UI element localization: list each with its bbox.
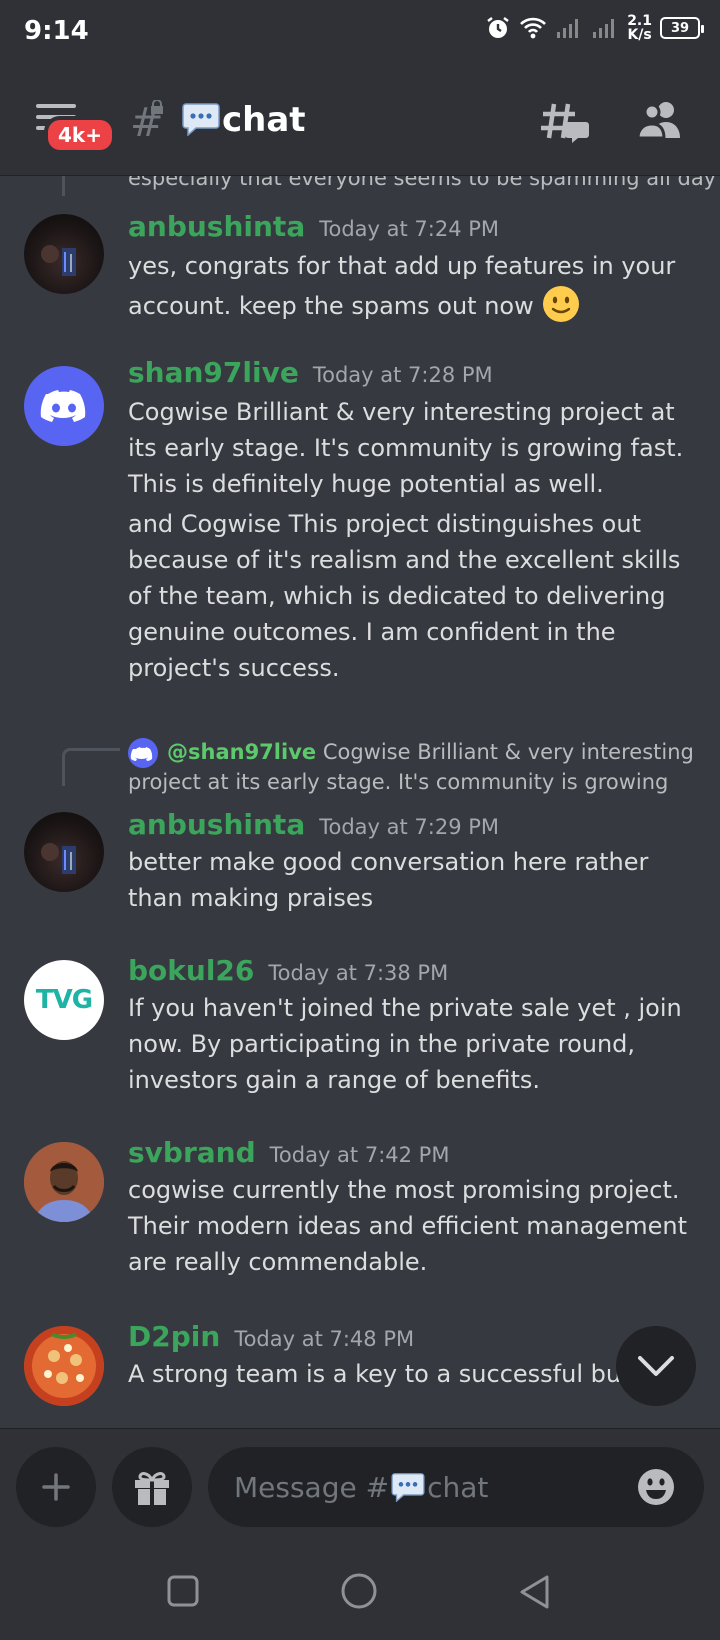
avatar-photo [41, 245, 76, 276]
reply-preview[interactable]: @shan97live Cogwise Brilliant & very int… [167, 740, 694, 764]
message-text: A strong team is a key to a successful b… [128, 1360, 641, 1388]
avatar[interactable] [24, 1142, 104, 1222]
discord-logo-icon [40, 390, 86, 422]
wifi-icon [520, 17, 547, 39]
avatar[interactable] [24, 812, 104, 892]
message-content: cogwise currently the most promising pro… [128, 1172, 698, 1280]
notification-badge: 4k+ [44, 116, 116, 154]
jump-to-latest-button[interactable] [616, 1326, 696, 1406]
username-text[interactable]: bokul26 [128, 954, 254, 987]
message-composer: Message # chat [0, 1428, 720, 1540]
username[interactable]: D2pin Today at 7:48 PM [128, 1320, 414, 1353]
plus-icon [42, 1473, 70, 1501]
reply-mention[interactable]: @shan97live [167, 740, 316, 764]
message-text: If you haven't joined the private sale y… [128, 994, 682, 1094]
username-text[interactable]: anbushinta [128, 808, 305, 841]
status-time: 9:14 [24, 16, 89, 46]
net-speed-value: 2.1 [627, 13, 652, 29]
message-text: and Cogwise This project distinguishes o… [128, 510, 681, 682]
attach-button[interactable] [16, 1447, 96, 1527]
message-timestamp: Today at 7:48 PM [234, 1327, 415, 1351]
message-content: Cogwise Brilliant & very interesting pro… [128, 394, 698, 686]
username[interactable]: shan97live Today at 7:28 PM [128, 356, 493, 389]
gift-button[interactable] [112, 1447, 192, 1527]
message-input[interactable]: Message # chat [208, 1447, 704, 1527]
threads-icon[interactable] [540, 100, 590, 146]
alarm-icon [487, 17, 509, 38]
net-speed-unit: K/s [627, 27, 652, 43]
message-text: Cogwise Brilliant & very interesting pro… [128, 398, 684, 498]
reply-preview[interactable]: especially that everyone seems to be spa… [128, 176, 716, 190]
reply-avatar-icon [128, 738, 158, 768]
avatar[interactable]: TVG [24, 960, 104, 1040]
message-content: better make good conversation here rathe… [128, 844, 698, 916]
message-timestamp: Today at 7:38 PM [268, 961, 449, 985]
avatar-photo [41, 843, 76, 874]
message-content: A strong team is a key to a successful b… [128, 1356, 698, 1392]
recents-button[interactable] [166, 1574, 200, 1608]
battery-level: 39 [670, 20, 690, 36]
username-text[interactable]: anbushinta [128, 210, 305, 243]
reply-connector [62, 176, 65, 196]
members-icon[interactable] [636, 100, 684, 140]
channel-header: 4k+ # chat [0, 66, 720, 176]
username[interactable]: anbushinta Today at 7:24 PM [128, 210, 499, 243]
status-bar: 9:14 2.1 K/s 39 [0, 0, 720, 66]
message-text: better make good conversation here rathe… [128, 848, 649, 912]
back-button[interactable] [518, 1574, 552, 1610]
reply-preview-line2[interactable]: project at its early stage. It's communi… [128, 770, 668, 794]
avatar[interactable] [24, 214, 104, 294]
lock-icon [151, 100, 163, 114]
username[interactable]: svbrand Today at 7:42 PM [128, 1136, 449, 1169]
avatar[interactable] [24, 366, 104, 446]
avatar[interactable] [24, 1326, 104, 1406]
avatar-photo [24, 1142, 104, 1222]
username-text[interactable]: svbrand [128, 1136, 256, 1169]
speech-bubble-emoji [182, 103, 220, 136]
username-text[interactable]: shan97live [128, 356, 299, 389]
message-content: yes, congrats for that add up features i… [128, 248, 698, 324]
message-timestamp: Today at 7:29 PM [319, 815, 500, 839]
message-timestamp: Today at 7:42 PM [269, 1143, 450, 1167]
channel-title: chat [222, 100, 306, 140]
chevron-down-icon [638, 1356, 674, 1376]
speech-bubble-emoji [391, 1473, 425, 1502]
battery-icon: 39 [660, 17, 704, 39]
status-icons: 2.1 K/s 39 [485, 14, 704, 42]
avatar-logo-text: TVG [35, 985, 93, 1015]
signal-icon [557, 19, 579, 38]
home-button[interactable] [340, 1572, 378, 1610]
reply-text: Cogwise Brilliant & very interesting [322, 740, 694, 764]
signal-icon-2 [593, 19, 615, 38]
reply-connector [62, 748, 120, 786]
avatar-photo [24, 1326, 104, 1406]
message-timestamp: Today at 7:28 PM [312, 363, 493, 387]
slightly-smiling-face-icon [543, 286, 580, 322]
message-list[interactable]: especially that everyone seems to be spa… [0, 176, 720, 1428]
username[interactable]: anbushinta Today at 7:29 PM [128, 808, 499, 841]
message-input-placeholder: Message # [234, 1470, 390, 1504]
emoji-picker-icon[interactable] [636, 1467, 676, 1507]
username[interactable]: bokul26 Today at 7:38 PM [128, 954, 448, 987]
message-text: yes, congrats for that add up features i… [128, 252, 676, 320]
message-timestamp: Today at 7:24 PM [319, 217, 500, 241]
message-input-channel: chat [427, 1470, 489, 1504]
message-text: cogwise currently the most promising pro… [128, 1176, 688, 1276]
gift-icon [135, 1472, 169, 1505]
system-nav-bar [0, 1540, 720, 1640]
net-speed: 2.1 K/s [627, 14, 652, 42]
message-content: If you haven't joined the private sale y… [128, 990, 698, 1098]
username-text[interactable]: D2pin [128, 1320, 220, 1353]
